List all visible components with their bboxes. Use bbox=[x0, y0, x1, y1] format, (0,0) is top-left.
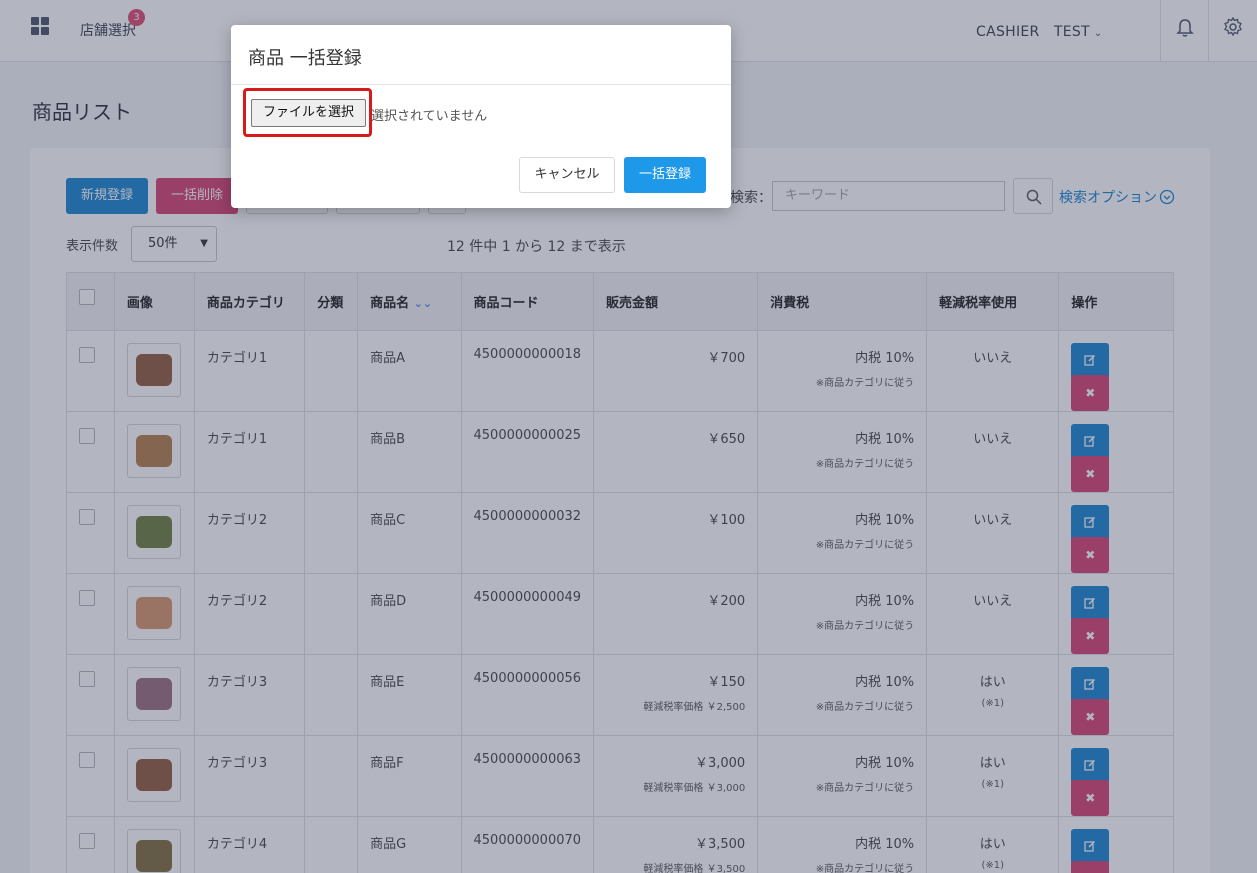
cancel-button[interactable]: キャンセル bbox=[519, 157, 615, 193]
modal-title: 商品 一括登録 bbox=[248, 48, 362, 69]
bulk-register-modal: 商品 一括登録 ファイルを選択 選択されていません キャンセル 一括登録 bbox=[231, 25, 731, 208]
choose-file-button[interactable]: ファイルを選択 bbox=[251, 99, 366, 127]
modal-divider bbox=[231, 84, 731, 85]
file-status-text: 選択されていません bbox=[371, 109, 488, 124]
bulk-register-button[interactable]: 一括登録 bbox=[624, 157, 706, 193]
